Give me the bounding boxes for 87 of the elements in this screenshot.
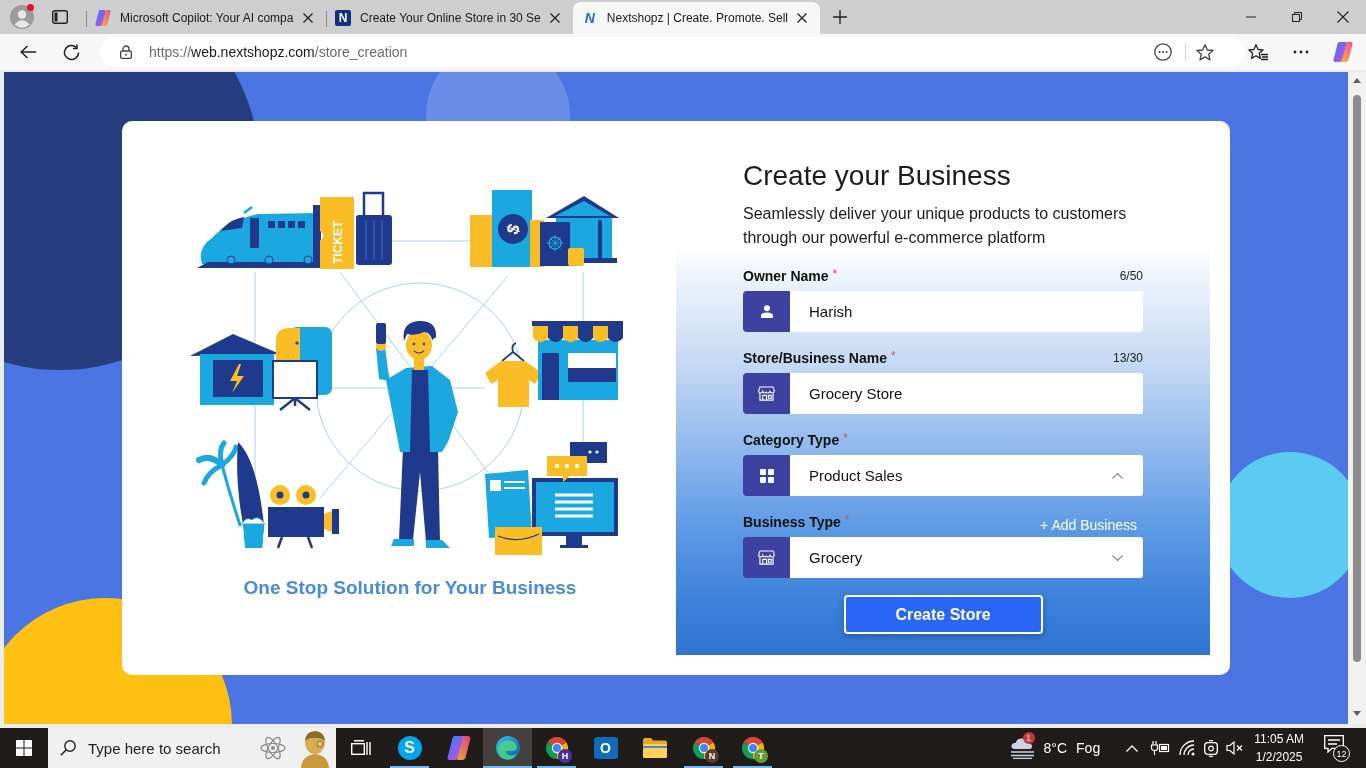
profile-badge: N	[705, 749, 719, 763]
form-subtitle: Seamlessly deliver your unique products to customers through our powerful e-commerce platform	[743, 204, 1128, 248]
restore-icon[interactable]	[1292, 12, 1302, 22]
character-counter: 6/50	[1119, 269, 1143, 283]
ticket-label: TICKET	[331, 220, 345, 264]
scrollbar-thumb[interactable]	[1353, 95, 1361, 662]
browser-tab[interactable]: N Create Your Online Store in 30 Se	[326, 2, 573, 34]
cartoon-figure-icon[interactable]	[298, 728, 332, 768]
grid-icon	[743, 455, 790, 496]
temperature-text[interactable]: 8°C	[1043, 740, 1068, 756]
clock-time[interactable]: 11:05 AM	[1254, 730, 1304, 748]
submit-button[interactable]: Create Store	[843, 595, 1043, 634]
caret-icon	[1112, 472, 1123, 479]
refresh-icon[interactable]	[63, 43, 80, 61]
passport-drawing	[540, 222, 584, 266]
search-input[interactable]: Type here to search	[88, 739, 260, 757]
edge-browser-icon[interactable]	[495, 736, 520, 760]
field-label: Store/Business Name	[743, 350, 887, 366]
chevron-up-icon[interactable]	[1126, 744, 1139, 752]
ellipsis-circle-icon[interactable]	[1154, 43, 1172, 61]
required-mark: *	[843, 431, 848, 445]
down-arrow-icon[interactable]	[1353, 711, 1361, 716]
envelope-drawing	[495, 527, 542, 555]
profile-badge: H	[558, 749, 572, 763]
field-label: Business Type	[743, 514, 841, 530]
up-arrow-icon[interactable]	[1353, 78, 1361, 83]
favorites-icon[interactable]	[1248, 43, 1268, 61]
field-label: Category Type	[743, 432, 840, 448]
cloud-fog-icon[interactable]	[1009, 737, 1036, 759]
coin-icon: $	[498, 214, 528, 244]
browser-tab[interactable]: N Nextshopz | Create. Promote. Sell	[572, 2, 820, 34]
form-title: Create your Business	[743, 159, 1012, 193]
taskbar-button[interactable]	[483, 728, 532, 768]
tagline: One Stop Solution for Your Business	[243, 577, 577, 599]
volume-muted-icon[interactable]	[1226, 741, 1245, 755]
star-icon[interactable]	[1196, 43, 1214, 61]
close-icon[interactable]	[549, 13, 560, 23]
notification-icon[interactable]	[1324, 735, 1344, 753]
required-mark: *	[890, 349, 896, 363]
windows-icon[interactable]	[16, 740, 32, 756]
task-view-icon[interactable]	[350, 739, 371, 757]
copilot-icon[interactable]	[446, 736, 471, 760]
browser-tab[interactable]: Microsoft Copilot: Your AI compa	[86, 2, 326, 34]
store-icon	[743, 373, 790, 414]
new-tab-icon[interactable]	[833, 10, 847, 24]
field-label: Owner Name	[743, 268, 829, 284]
close-icon[interactable]	[797, 13, 807, 23]
window-icon[interactable]	[52, 9, 68, 25]
close-icon[interactable]	[1337, 11, 1349, 23]
close-icon[interactable]	[303, 13, 313, 23]
atom-icon[interactable]	[260, 735, 286, 761]
back-icon[interactable]	[20, 45, 36, 59]
clock-date[interactable]: 1/2/2025	[1255, 748, 1303, 766]
chat-bubbles-drawing	[547, 442, 607, 482]
store-icon	[743, 537, 790, 578]
movie-camera-drawing	[268, 485, 339, 550]
required-mark: *	[844, 513, 850, 527]
search-icon	[60, 740, 76, 756]
required-mark: *	[832, 267, 838, 281]
profile-badge: T	[754, 749, 768, 763]
outlook-logo[interactable]: O	[593, 737, 618, 759]
cup-drawing	[241, 517, 266, 548]
alert-badge: 1	[1022, 732, 1035, 744]
scrollbar[interactable]	[1348, 72, 1366, 724]
folder-icon[interactable]	[642, 738, 667, 758]
camera-icon[interactable]	[1204, 739, 1219, 757]
character-counter: 13/30	[1112, 351, 1143, 365]
person-icon	[743, 291, 790, 332]
site-logo: N	[583, 10, 596, 26]
site-logo: N	[335, 10, 351, 26]
dropdown[interactable]: Product Sales	[790, 455, 1143, 496]
wifi-icon[interactable]	[1179, 740, 1196, 756]
dropdown[interactable]: Grocery	[790, 537, 1143, 578]
url-text[interactable]: https://web.nextshopz.com/store_creation	[149, 44, 408, 60]
battery-plug-icon[interactable]	[1150, 741, 1171, 755]
text-field[interactable]: Grocery Store	[790, 373, 1143, 414]
notification-count: 12	[1333, 745, 1350, 762]
copilot-icon[interactable]	[1333, 42, 1353, 62]
address-bar[interactable]: https://web.nextshopz.com/store_creation	[100, 37, 1245, 67]
text-field[interactable]: Harish	[790, 291, 1143, 332]
lock-icon[interactable]	[120, 45, 132, 59]
weather-condition[interactable]: Fog	[1076, 740, 1101, 756]
tv-drawing	[272, 360, 318, 412]
caret-icon	[1112, 554, 1123, 561]
more-icon[interactable]	[1293, 50, 1309, 54]
search-box[interactable]: Type here to search	[48, 728, 336, 768]
profile-avatar-icon[interactable]	[10, 5, 34, 29]
